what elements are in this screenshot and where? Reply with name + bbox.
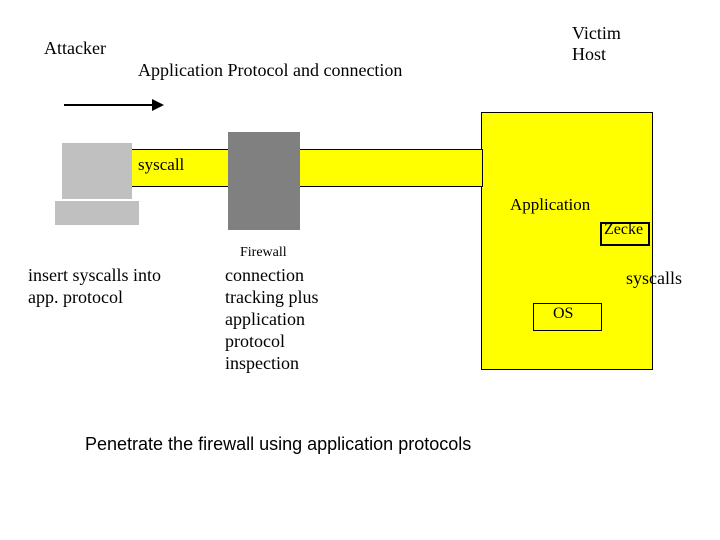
syscalls-label: syscalls — [626, 268, 682, 289]
attacker-monitor — [62, 143, 132, 199]
app-protocol-label: Application Protocol and connection — [138, 60, 402, 81]
arrow-line-app — [64, 104, 152, 106]
caption-text: Penetrate the firewall using application… — [85, 434, 471, 455]
insert-syscalls-label-2: app. protocol — [28, 287, 123, 308]
arrow-head-app — [152, 99, 164, 111]
firewall-desc-4: protocol — [225, 331, 285, 352]
syscall-label: syscall — [138, 155, 184, 175]
firewall-box — [228, 132, 300, 230]
victim-host-label-2: Host — [572, 44, 606, 65]
zecke-label: Zecke — [604, 221, 643, 239]
application-label: Application — [510, 195, 590, 215]
victim-host-label-1: Victim — [572, 23, 621, 44]
firewall-desc-2: tracking plus — [225, 287, 318, 308]
insert-syscalls-label-1: insert syscalls into — [28, 265, 161, 286]
firewall-desc-1: connection — [225, 265, 304, 286]
firewall-desc-3: application — [225, 309, 305, 330]
firewall-label: Firewall — [240, 245, 287, 261]
os-label: OS — [553, 305, 573, 323]
firewall-desc-5: inspection — [225, 353, 299, 374]
attacker-base — [55, 201, 139, 225]
attacker-label: Attacker — [44, 38, 106, 59]
